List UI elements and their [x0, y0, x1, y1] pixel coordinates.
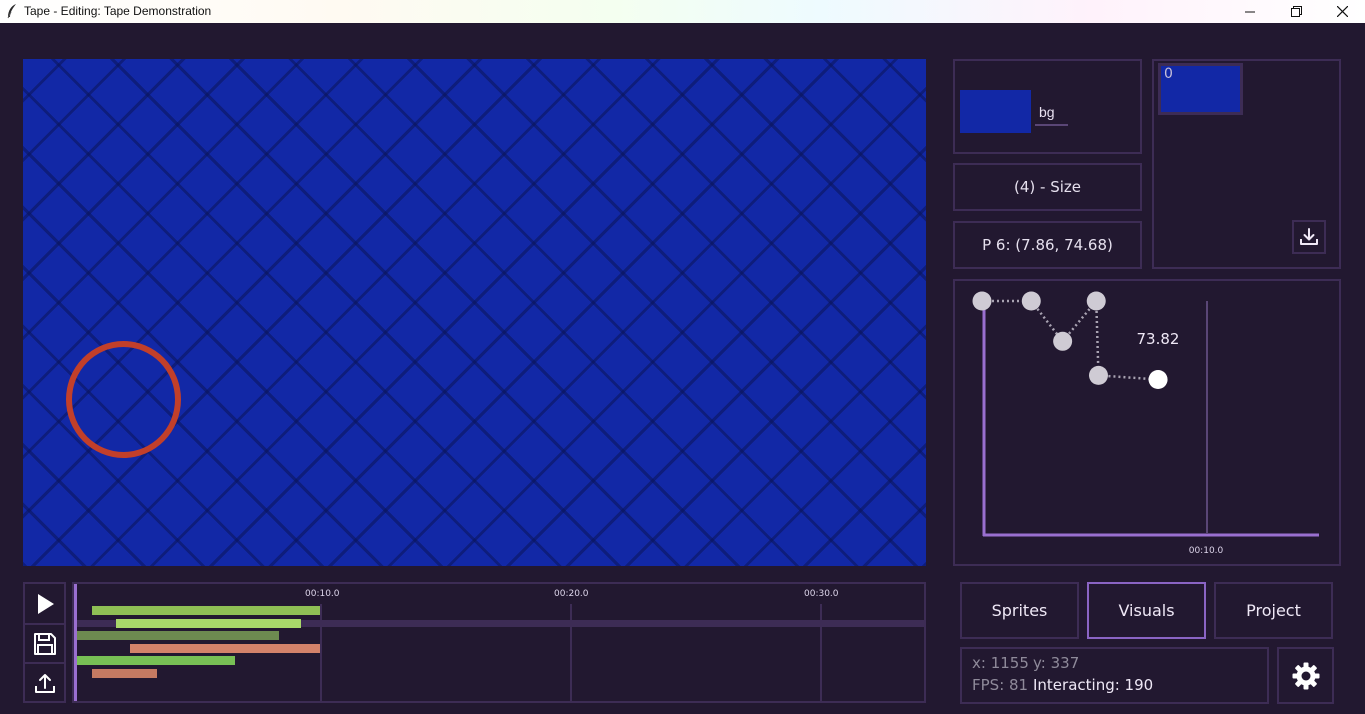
close-button[interactable] — [1319, 0, 1365, 23]
window-title: Tape - Editing: Tape Demonstration — [24, 4, 212, 18]
save-button[interactable] — [24, 623, 65, 662]
cursor-y: y: 337 — [1033, 654, 1080, 672]
sprite-name-underline — [1035, 124, 1068, 126]
graph-keyframe-point[interactable] — [1088, 365, 1108, 385]
property-size-label: (4) - Size — [1014, 178, 1081, 196]
feather-icon — [7, 4, 16, 19]
minimize-icon — [1245, 11, 1255, 12]
fps-readout: FPS: 81 — [972, 676, 1029, 694]
upload-button[interactable] — [24, 662, 65, 701]
timeline-playhead[interactable] — [74, 584, 77, 701]
minimize-button[interactable] — [1227, 0, 1273, 23]
property-size-box[interactable]: (4) - Size — [953, 163, 1142, 211]
tab-sprites[interactable]: Sprites — [960, 582, 1079, 639]
tab-label: Sprites — [991, 601, 1048, 620]
graph-time-label: 00:10.0 — [1189, 546, 1224, 556]
upload-icon — [34, 673, 55, 693]
sprite-swatch[interactable] — [960, 90, 1031, 133]
timeline-track-bar[interactable] — [91, 668, 158, 678]
tab-project[interactable]: Project — [1214, 582, 1333, 639]
graph-value-label: 73.82 — [1137, 330, 1180, 348]
tab-label: Visuals — [1118, 601, 1175, 620]
tick-label: 00:30.0 — [804, 589, 839, 599]
download-button[interactable] — [1292, 220, 1326, 254]
timeline-track-bar[interactable] — [77, 631, 279, 640]
tick-label: 00:20.0 — [554, 589, 589, 599]
tick-line — [820, 604, 822, 701]
graph-keyframe-point[interactable] — [1021, 291, 1041, 311]
graph-keyframe-point[interactable] — [1086, 291, 1106, 311]
keyframe-graph[interactable]: 73.82 00:10.0 — [955, 281, 1339, 564]
gear-icon — [1292, 662, 1319, 689]
sprite-name-label[interactable]: bg — [1039, 104, 1055, 120]
timeline-track-bar[interactable] — [130, 643, 320, 653]
restore-button[interactable] — [1273, 0, 1319, 23]
tab-label: Project — [1246, 601, 1301, 620]
tick-label: 00:10.0 — [305, 589, 340, 599]
timeline-track-bar[interactable] — [91, 606, 320, 615]
download-icon — [1300, 228, 1318, 245]
timeline-track-bar[interactable] — [115, 618, 301, 628]
sprite-circle[interactable] — [66, 341, 181, 458]
preview-canvas[interactable] — [23, 59, 926, 566]
settings-button[interactable] — [1277, 647, 1334, 704]
title-bar: Tape - Editing: Tape Demonstration — [0, 0, 1365, 23]
cursor-x: x: 1155 — [972, 654, 1029, 672]
graph-keyframe-point[interactable] — [1148, 369, 1168, 389]
timeline[interactable] — [72, 582, 926, 703]
close-icon — [1336, 6, 1348, 17]
frame-index: 0 — [1164, 66, 1173, 82]
point-value-box[interactable]: P 6: (7.86, 74.68) — [953, 221, 1142, 269]
tab-visuals[interactable]: Visuals — [1087, 582, 1206, 639]
graph-keyframe-point[interactable] — [972, 291, 992, 311]
tick-line — [320, 604, 322, 701]
interacting-readout: Interacting: 190 — [1033, 676, 1154, 694]
restore-icon — [1290, 6, 1302, 17]
graph-keyframe-point[interactable] — [1053, 331, 1073, 351]
point-value-label: P 6: (7.86, 74.68) — [982, 236, 1113, 254]
graph-segment — [1094, 300, 1100, 376]
play-icon — [37, 593, 54, 614]
play-button[interactable] — [24, 584, 65, 623]
save-icon — [33, 632, 56, 655]
tick-line — [570, 604, 572, 701]
timeline-track-bar[interactable] — [77, 656, 235, 665]
